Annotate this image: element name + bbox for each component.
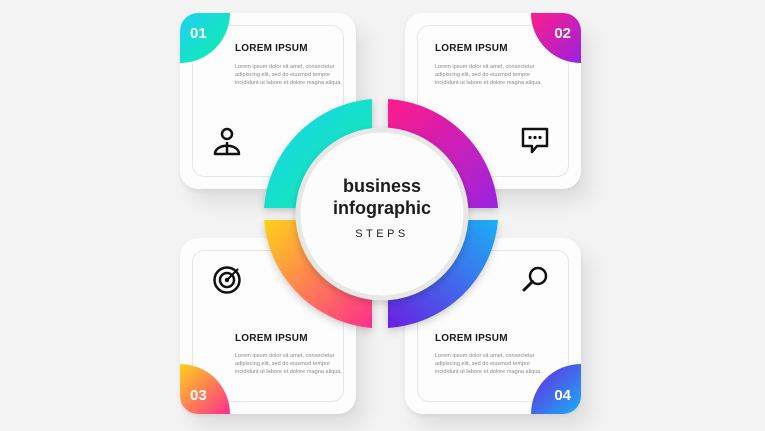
infographic: 01 LOREM IPSUM Lorem ipsum dolor sit ame…	[0, 0, 765, 431]
center-title-line2: infographic	[333, 198, 431, 218]
center-label: business infographic STEPS	[300, 175, 464, 240]
center-subtitle: STEPS	[355, 228, 409, 240]
center-title-line1: business	[342, 176, 422, 196]
